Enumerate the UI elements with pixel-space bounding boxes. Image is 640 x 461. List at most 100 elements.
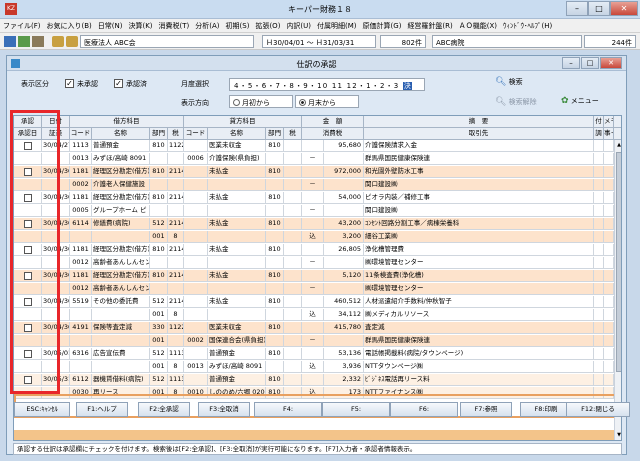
cell-amount — [324, 179, 364, 191]
cell-cname: 普通預金 — [208, 348, 266, 360]
table-row[interactable]: 0012 高齢者あんしんセン － ㈱環境管理センター — [14, 257, 614, 269]
approve-checkbox[interactable] — [24, 350, 32, 358]
fkey-button[interactable]: F8:印刷 — [520, 402, 572, 417]
key-icon[interactable] — [66, 36, 78, 47]
table-row[interactable]: 30/04/30 1181 経理区分勘定(借方) 810 2114 未払金 810 26,80… — [14, 244, 614, 256]
table-row[interactable]: 30/05/01 6316 広告宣伝費 512 1113 普通預金 810 53,136 電話帳… — [14, 348, 614, 360]
fkey-button[interactable]: F4: — [254, 402, 322, 417]
fkey-button[interactable]: F1:ヘルプ — [76, 402, 128, 417]
cell-empty — [14, 387, 42, 399]
approve-checkbox[interactable] — [24, 376, 32, 384]
cell-memo: NTTファイナンス㈱ — [364, 387, 594, 399]
close-button[interactable]: ✕ — [610, 1, 638, 16]
approve-checkbox[interactable] — [24, 142, 32, 150]
cell-memo: ㈱メディカルリソース — [364, 309, 594, 321]
fkey-button[interactable]: F5: — [322, 402, 390, 417]
menu-item[interactable]: 経営羅針盤(R) — [404, 19, 455, 31]
menu-item[interactable]: 拡張(O) — [252, 19, 283, 31]
table-row[interactable]: 001 0002 国保連合会(県負担) － 群馬県国民健康保険連 — [14, 335, 614, 347]
menu-item[interactable]: 日常(N) — [95, 19, 126, 31]
cell-empty — [604, 231, 614, 243]
fkey-button[interactable]: F6: — [390, 402, 458, 417]
approve-checkbox[interactable] — [24, 324, 32, 332]
child-close-button[interactable]: ✕ — [600, 57, 622, 69]
cell-cname: 未払金 — [208, 166, 266, 178]
print-icon[interactable] — [32, 36, 44, 47]
radio-from-end[interactable]: 月末から — [295, 95, 359, 108]
cell-ddept: 001 — [150, 309, 168, 321]
maximize-button[interactable]: □ — [588, 1, 610, 16]
table-row[interactable]: 0030 再リース 001 8 0010 しののめ/六郷 020 810 込 173 NTTファイ… — [14, 387, 614, 399]
table-row[interactable]: 001 8 0013 みずほ/高崎 8091 込 3,936 NTTタウンページ㈱ — [14, 361, 614, 373]
fkey-button[interactable]: F12:閉じる — [566, 402, 630, 417]
menu-item[interactable]: 原価計算(G) — [360, 19, 405, 31]
menu-item[interactable]: 初期(S) — [223, 19, 253, 31]
table-row[interactable]: 0002 介護老人保健施設 － 関口建設㈱ — [14, 179, 614, 191]
menu-item[interactable]: 消費税(T) — [156, 19, 193, 31]
horizontal-scrollbar[interactable] — [14, 430, 614, 440]
approve-checkbox[interactable] — [24, 298, 32, 306]
approve-checkbox[interactable] — [24, 246, 32, 254]
approved-checkbox[interactable]: ✓ — [114, 79, 123, 88]
approve-checkbox[interactable] — [24, 220, 32, 228]
child-minimize-button[interactable]: – — [562, 57, 580, 69]
fkey-button[interactable]: ESC:ｷｬﾝｾﾙ — [14, 402, 70, 417]
cell-date — [42, 205, 70, 217]
table-row[interactable]: 30/04/30 1181 経理区分勘定(借方) 810 2114 未払金 810 5,120… — [14, 270, 614, 282]
table-row[interactable]: 30/05/31 6112 器機賃借料(病院) 512 1113 普通預金 810 2,332… — [14, 374, 614, 386]
scroll-thumb[interactable] — [616, 152, 621, 372]
search-button[interactable]: 🔍︎ 検索 — [495, 77, 523, 87]
table-row[interactable]: 001 8 込 3,200 細谷工業㈱ — [14, 231, 614, 243]
menu-item[interactable]: 付属明細(M) — [314, 19, 360, 31]
scroll-up-icon[interactable]: ▲ — [615, 140, 621, 150]
open-icon[interactable] — [18, 36, 30, 47]
cell-ccode — [184, 244, 208, 256]
menu-item[interactable]: ＡＯ機能(X) — [456, 19, 500, 31]
save-icon[interactable] — [4, 36, 16, 47]
department-filter[interactable]: ABC病院 — [432, 35, 582, 48]
fkey-button[interactable]: F7:参照 — [460, 402, 512, 417]
table-row[interactable]: 30/04/30 1181 経理区分勘定(借方) 810 2114 未払金 810 972,0… — [14, 166, 614, 178]
month-selected[interactable]: 決 — [402, 82, 412, 90]
menu-item[interactable]: 内訳(U) — [283, 19, 314, 31]
approve-checkbox[interactable] — [24, 168, 32, 176]
child-maximize-button[interactable]: □ — [581, 57, 599, 69]
unapproved-checkbox[interactable]: ✓ — [65, 79, 74, 88]
vertical-scrollbar[interactable]: ▲ ▼ — [614, 140, 621, 440]
cell-ddept: 001 — [150, 361, 168, 373]
minimize-button[interactable]: – — [566, 1, 588, 16]
menu-item[interactable]: 分析(A) — [192, 19, 222, 31]
month-selector[interactable]: 4・5・6・7・8・9・10 11 12・1・2・3 決 — [229, 78, 425, 91]
table-row[interactable]: 30/04/30 6114 修繕費(病院) 512 2114 未払金 810 43,200 ｺﾝ… — [14, 218, 614, 230]
approve-checkbox[interactable] — [24, 272, 32, 280]
table-row[interactable]: 30/04/27 1113 普通預金 810 1122 医業未収金 810 95,680 介護保… — [14, 140, 614, 152]
cell-dname: 普通預金 — [92, 140, 150, 152]
table-row[interactable]: 0012 高齢者あんしんセン － ㈱環境管理センター — [14, 283, 614, 295]
cell-ctax — [284, 218, 302, 230]
cell-dname: 経理区分勘定(借方) — [92, 166, 150, 178]
tool-icon[interactable] — [52, 36, 64, 47]
menu-item[interactable]: お気に入り(B) — [44, 19, 95, 31]
approve-checkbox[interactable] — [24, 194, 32, 202]
table-row[interactable]: 30/04/30 1181 経理区分勘定(借方) 810 2114 未払金 810 54,00… — [14, 192, 614, 204]
company-field[interactable]: 医療法人 ABC会 — [80, 35, 254, 48]
radio-label: 月初から — [242, 99, 270, 107]
cell-ccode — [184, 140, 208, 152]
fkey-button[interactable]: F3:全取消 — [198, 402, 250, 417]
radio-from-start[interactable]: 月初から — [229, 95, 293, 108]
table-row[interactable]: 001 8 込 34,112 ㈱メディカルリソース — [14, 309, 614, 321]
menu-button[interactable]: ✿ メニュー — [561, 96, 599, 106]
table-row[interactable]: 30/04/30 5519 その他の委託費 512 2114 未払金 810 460,512 人… — [14, 296, 614, 308]
menu-item[interactable]: ファイル(F) — [0, 19, 44, 31]
menu-item[interactable]: ｳｨﾝﾄﾞｳ･ﾍﾙﾌﾟ(H) — [500, 19, 555, 31]
table-row[interactable]: 0013 みずほ/高崎 8091 0006 介護保険(県負担) － 群馬県国民健康保険連 — [14, 153, 614, 165]
search-clear-button[interactable]: 🔍︎ 検索解除 — [495, 97, 537, 107]
cell-mark: 込 — [302, 361, 324, 373]
scroll-down-icon[interactable]: ▼ — [615, 430, 621, 440]
table-row[interactable]: 0005 グループホーム ピ － 関口建設㈱ — [14, 205, 614, 217]
menu-item[interactable]: 決算(K) — [125, 19, 155, 31]
fkey-button[interactable]: F2:全承認 — [138, 402, 190, 417]
month-list[interactable]: 4・5・6・7・8・9・10 11 12・1・2・3 — [234, 82, 399, 90]
table-row[interactable]: 30/04/30 4191 保険等査定減 330 1122 医業未収金 810 415,780… — [14, 322, 614, 334]
cell-dcode: 0013 — [70, 153, 92, 165]
